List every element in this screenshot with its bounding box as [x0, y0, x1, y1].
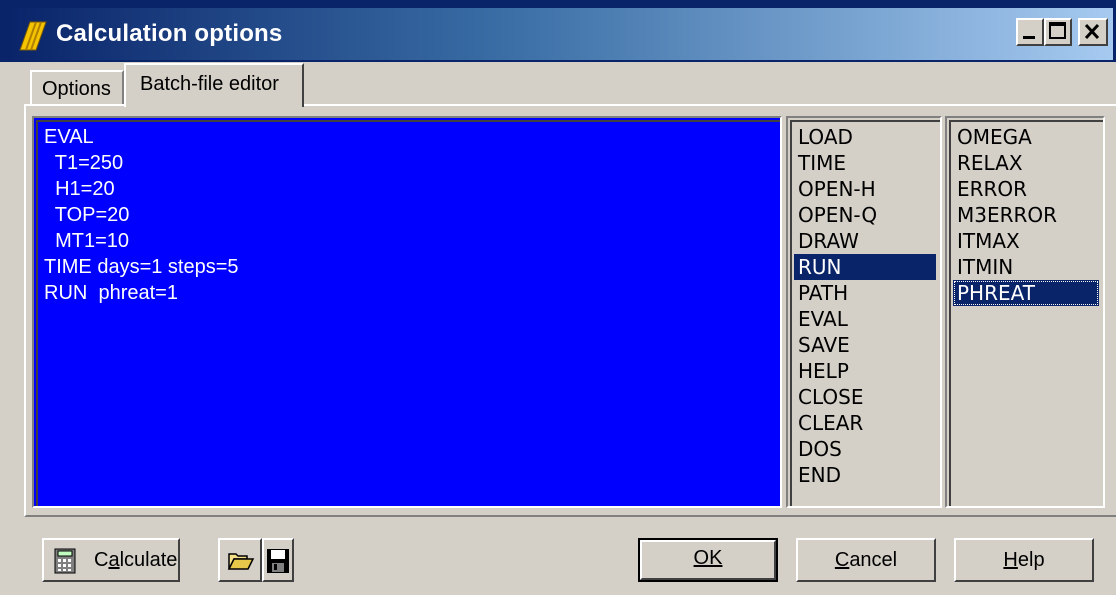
- app-logo-icon: [19, 21, 47, 51]
- command-item-open-q[interactable]: OPEN-Q: [794, 202, 936, 228]
- command-item-end[interactable]: END: [794, 462, 936, 488]
- command-item-time[interactable]: TIME: [794, 150, 936, 176]
- ok-label: OK: [693, 547, 723, 569]
- parameter-item-phreat[interactable]: PHREAT: [953, 280, 1099, 306]
- help-button[interactable]: Help: [954, 538, 1094, 582]
- editor-line: EVAL: [44, 126, 94, 148]
- command-item-run[interactable]: RUN: [794, 254, 936, 280]
- calculate-button[interactable]: Calculate: [42, 538, 180, 582]
- parameter-item-error[interactable]: ERROR: [953, 176, 1099, 202]
- command-item-save[interactable]: SAVE: [794, 332, 936, 358]
- command-item-load[interactable]: LOAD: [794, 124, 936, 150]
- tab-options[interactable]: Options: [30, 70, 124, 104]
- command-item-path[interactable]: PATH: [794, 280, 936, 306]
- tab-batch-file-editor-label: Batch-file editor: [140, 73, 279, 95]
- command-item-help[interactable]: HELP: [794, 358, 936, 384]
- window-title: Calculation options: [56, 20, 283, 47]
- editor-line: TIME days=1 steps=5: [44, 256, 239, 278]
- parameter-list[interactable]: OMEGA RELAX ERROR M3ERROR ITMAX ITMIN PH…: [945, 116, 1105, 508]
- save-disk-icon: [267, 549, 289, 573]
- maximize-icon: [1049, 22, 1066, 39]
- command-item-open-h[interactable]: OPEN-H: [794, 176, 936, 202]
- calculator-icon: [54, 548, 76, 574]
- close-button[interactable]: [1078, 18, 1108, 46]
- command-item-eval[interactable]: EVAL: [794, 306, 936, 332]
- tab-options-label: Options: [42, 78, 111, 100]
- editor-line: T1=250: [44, 152, 124, 174]
- calculation-options-window: Calculation options Options Batch-file e…: [0, 0, 1116, 595]
- parameter-item-itmax[interactable]: ITMAX: [953, 228, 1099, 254]
- command-item-draw[interactable]: DRAW: [794, 228, 936, 254]
- editor-line: MT1=10: [44, 230, 130, 252]
- editor-line: TOP=20: [44, 204, 130, 226]
- command-item-close[interactable]: CLOSE: [794, 384, 936, 410]
- command-list[interactable]: LOAD TIME OPEN-H OPEN-Q DRAW RUN PATH EV…: [786, 116, 942, 508]
- maximize-button[interactable]: [1044, 18, 1072, 46]
- minimize-button[interactable]: [1016, 18, 1044, 46]
- command-item-dos[interactable]: DOS: [794, 436, 936, 462]
- parameter-item-relax[interactable]: RELAX: [953, 150, 1099, 176]
- help-label: Help: [1003, 549, 1045, 571]
- close-icon: [1084, 23, 1100, 40]
- open-file-button[interactable]: [218, 538, 262, 582]
- open-folder-icon: [227, 553, 255, 570]
- batch-editor[interactable]: EVAL T1=250 H1=20 TOP=20 MT1=10 TIME day…: [32, 116, 782, 508]
- calculate-label: Calculate: [94, 549, 178, 571]
- ok-button[interactable]: OK: [638, 538, 778, 582]
- cancel-label: Cancel: [834, 549, 898, 571]
- cancel-button[interactable]: Cancel: [796, 538, 936, 582]
- editor-line: RUN phreat=1: [44, 282, 178, 304]
- save-file-button[interactable]: [262, 538, 294, 582]
- parameter-item-omega[interactable]: OMEGA: [953, 124, 1099, 150]
- parameter-item-m3error[interactable]: M3ERROR: [953, 202, 1099, 228]
- minimize-icon: [1023, 36, 1035, 39]
- title-bar[interactable]: Calculation options: [0, 0, 1116, 62]
- tab-batch-file-editor[interactable]: Batch-file editor: [124, 63, 304, 107]
- command-item-clear[interactable]: CLEAR: [794, 410, 936, 436]
- editor-line: H1=20: [44, 178, 115, 200]
- parameter-item-itmin[interactable]: ITMIN: [953, 254, 1099, 280]
